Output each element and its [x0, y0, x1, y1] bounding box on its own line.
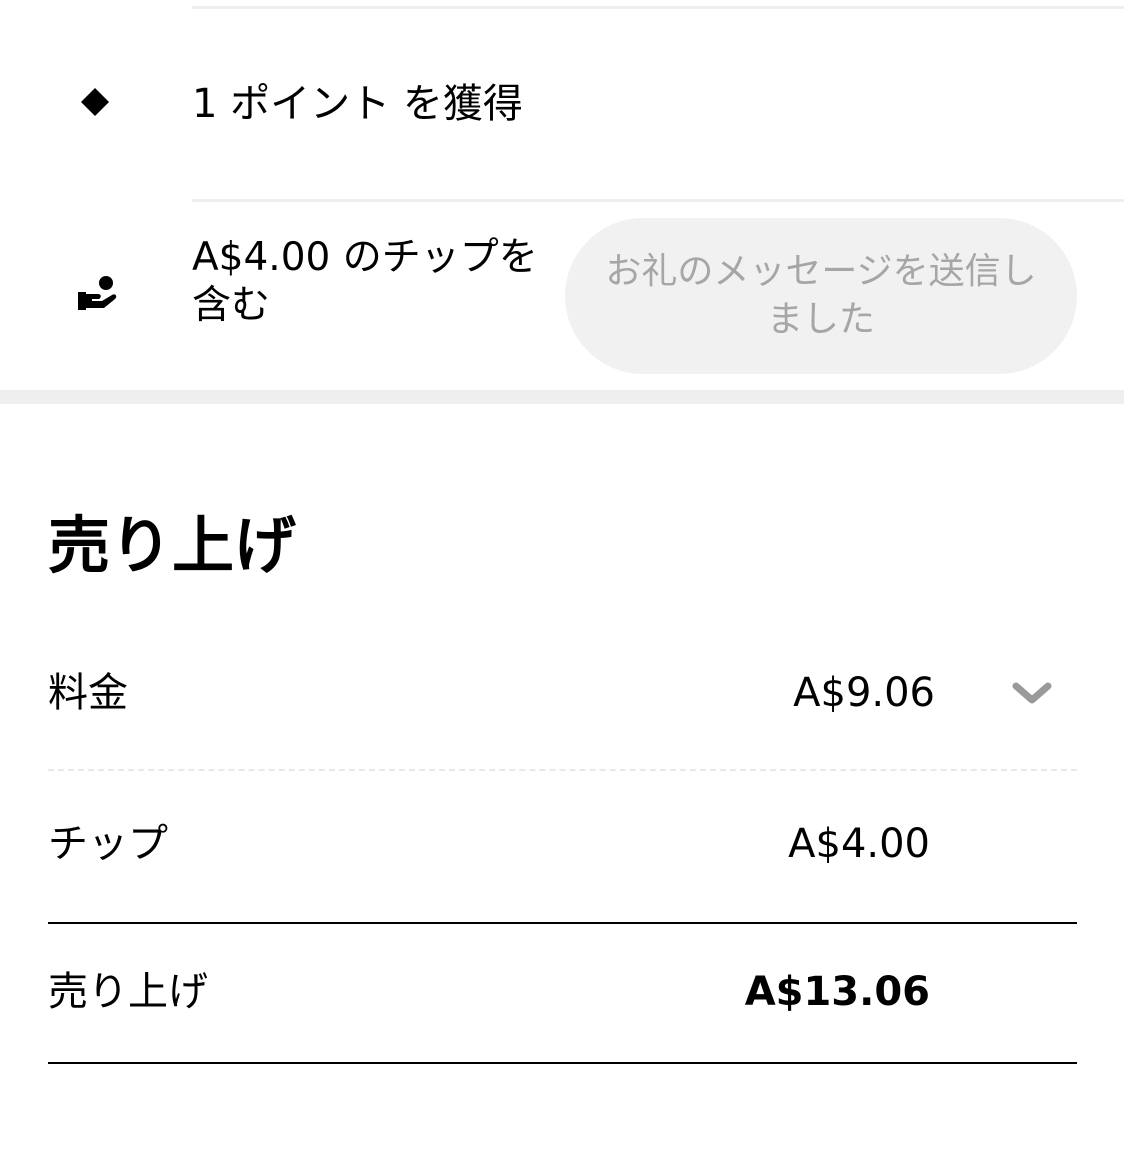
tip-included-text: A$4.00 のチップを含む — [192, 235, 538, 328]
earnings-heading: 売り上げ — [48, 509, 297, 582]
fare-value: A$9.06 — [793, 670, 935, 716]
tip-value: A$4.00 — [788, 821, 930, 867]
chevron-down-icon[interactable] — [1010, 676, 1054, 710]
total-top-divider — [48, 922, 1077, 924]
thank-you-message-label: お礼のメッセージを送信しました — [605, 251, 1037, 340]
dashed-divider — [48, 769, 1077, 771]
points-earned-text: 1 ポイント を獲得 — [192, 81, 523, 127]
total-bottom-divider — [48, 1062, 1077, 1064]
section-separator — [0, 390, 1124, 404]
points-row: 1 ポイント を獲得 — [0, 9, 1124, 199]
tip-row: A$4.00 のチップを含む お礼のメッセージを送信しました — [0, 202, 1124, 390]
hand-receiving-icon — [78, 276, 117, 310]
fare-label: 料金 — [48, 670, 128, 716]
tip-label: チップ — [48, 821, 168, 867]
total-earnings-value: A$13.06 — [744, 969, 930, 1015]
diamond-icon — [81, 88, 109, 116]
thank-you-message-sent-button[interactable]: お礼のメッセージを送信しました — [565, 218, 1077, 374]
total-earnings-label: 売り上げ — [48, 969, 208, 1015]
